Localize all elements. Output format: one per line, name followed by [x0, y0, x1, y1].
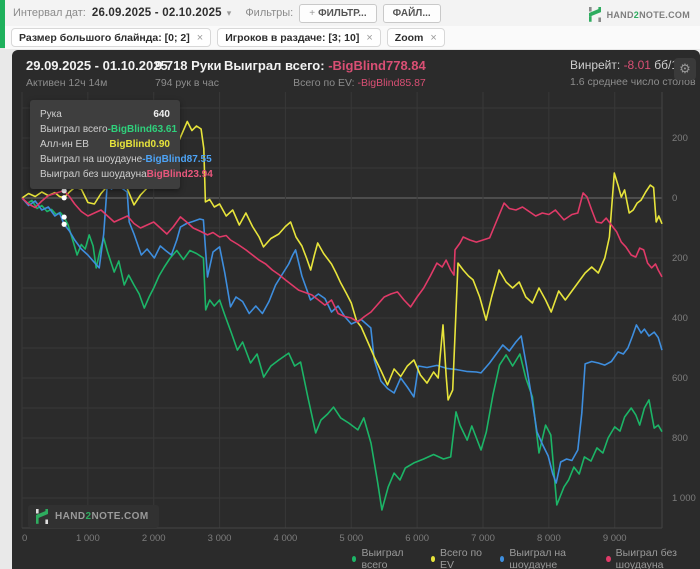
chart-tooltip: Рука 640 Выиграл всего -BigBlind63.61 Алл-ин…: [30, 100, 213, 189]
filter-chip-label: Размер большого блайнда: [0; 2]: [19, 31, 190, 44]
y-tick-label: 200: [672, 133, 688, 144]
y-tick-label: 200: [672, 253, 688, 264]
filter-chip-label: Zoom: [394, 31, 424, 44]
tooltip-row-0: Рука 640: [40, 107, 170, 122]
tooltip-row-3: Выиграл на шоудауне -BigBlind87.55: [40, 152, 212, 167]
x-tick-label: 2 000: [142, 533, 166, 544]
y-tick-label: 0: [672, 193, 677, 204]
close-icon[interactable]: ×: [197, 32, 203, 44]
tooltip-value: BigBlind0.90: [109, 139, 170, 150]
chart-legend: Выиграл всего Всего по EV Выиграл на шоуда…: [352, 547, 700, 569]
legend-item-1[interactable]: Всего по EV: [430, 547, 484, 569]
tooltip-label: Рука: [40, 109, 62, 120]
y-tick-label: 1 000: [672, 493, 696, 504]
tooltip-value: 640: [153, 109, 170, 120]
brand-text: HAND2NOTE.COM: [606, 9, 690, 20]
x-tick-label: 8 000: [537, 533, 561, 544]
y-tick-label: 400: [672, 313, 688, 324]
tooltip-row-4: Выиграл без шоудауна BigBlind23.94: [40, 167, 213, 182]
filter-chip-row: Размер большого блайнда: [0; 2] × Игроков …: [5, 26, 700, 49]
legend-label: Выиграл всего: [361, 547, 404, 569]
legend-dot-icon: [352, 556, 357, 562]
x-tick-label: 5 000: [339, 533, 363, 544]
x-tick-label: 0: [22, 533, 27, 544]
tooltip-label: Выиграл всего: [40, 124, 108, 135]
series-line-выиграл-без-шоудауна[interactable]: [21, 190, 663, 323]
brand-logo: HAND2NOTE.COM: [588, 7, 690, 22]
filter-chip-0[interactable]: Размер большого блайнда: [0; 2] ×: [11, 28, 212, 47]
stats-panel: 29.09.2025 - 01.10.2025 Активен 12ч 14м …: [12, 50, 700, 569]
legend-item-3[interactable]: Выиграл без шоудауна: [606, 547, 700, 569]
chart-watermark: HAND2NOTE.COM: [28, 505, 159, 528]
legend-label: Всего по EV: [440, 547, 482, 569]
interval-value[interactable]: 26.09.2025 - 02.10.2025: [92, 7, 222, 19]
legend-label: Выиграл на шоудауне: [509, 547, 567, 569]
watermark-text: HAND2NOTE.COM: [55, 511, 149, 522]
filter-chip-2[interactable]: Zoom ×: [386, 28, 445, 47]
hover-marker-dot: [61, 214, 67, 220]
tooltip-row-1: Выиграл всего -BigBlind63.61: [40, 122, 177, 137]
x-tick-label: 4 000: [274, 533, 298, 544]
hover-marker-dot: [61, 221, 67, 227]
hover-marker-dot: [61, 195, 67, 201]
x-tick-label: 1 000: [76, 533, 100, 544]
x-tick-label: 9 000: [603, 533, 627, 544]
interval-label: Интервал дат:: [13, 7, 86, 19]
plus-icon: +: [309, 7, 316, 19]
hand2note-icon: [36, 509, 48, 524]
tooltip-label: Выиграл на шоудауне: [40, 154, 143, 165]
y-tick-label: 600: [672, 373, 688, 384]
filters-label: Фильтры:: [245, 7, 294, 19]
filter-chip-label: Игроков в раздаче: [3; 10]: [225, 31, 360, 44]
y-tick-label: 800: [672, 433, 688, 444]
tooltip-value: -BigBlind87.55: [142, 154, 212, 165]
legend-label: Выиграл без шоудауна: [615, 547, 677, 569]
legend-item-2[interactable]: Выиграл на шоудауне: [499, 547, 590, 569]
legend-dot-icon: [430, 556, 436, 562]
legend-dot-icon: [499, 556, 505, 562]
close-icon[interactable]: ×: [430, 32, 436, 44]
x-tick-label: 6 000: [405, 533, 429, 544]
chevron-down-icon[interactable]: ▾: [227, 8, 232, 19]
tooltip-label: Алл-ин EB: [40, 139, 89, 150]
legend-item-0[interactable]: Выиграл всего: [352, 547, 415, 569]
legend-dot-icon: [606, 556, 611, 562]
add-filter-button[interactable]: + ФИЛЬТР...: [299, 3, 377, 23]
file-button[interactable]: ФАЙЛ...: [382, 3, 441, 23]
x-tick-label: 7 000: [471, 533, 495, 544]
x-tick-label: 3 000: [208, 533, 232, 544]
filter-chip-1[interactable]: Игроков в раздаче: [3; 10] ×: [217, 28, 381, 47]
tooltip-value: BigBlind23.94: [146, 169, 213, 180]
series-line-выиграл-всего[interactable]: [21, 197, 663, 511]
tooltip-row-2: Алл-ин EB BigBlind0.90: [40, 137, 170, 152]
close-icon[interactable]: ×: [366, 32, 372, 44]
tooltip-label: Выиграл без шоудауна: [40, 169, 147, 180]
tooltip-value: -BigBlind63.61: [107, 124, 178, 135]
hand2note-icon: [588, 7, 601, 22]
